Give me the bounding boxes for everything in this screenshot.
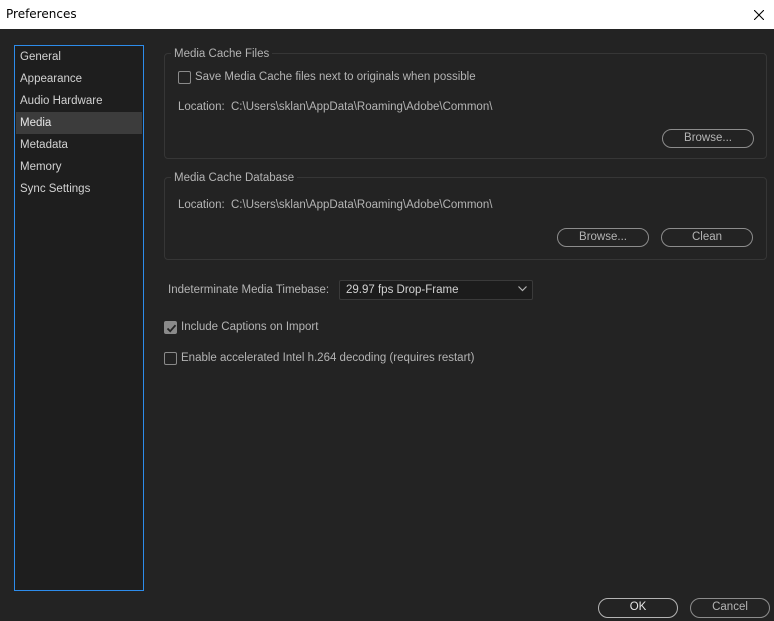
- sidebar-item-audio-hardware[interactable]: Audio Hardware: [16, 90, 142, 112]
- close-button[interactable]: [744, 0, 774, 29]
- timebase-selected-value: 29.97 fps Drop-Frame: [346, 284, 459, 296]
- include-captions-checkbox[interactable]: [164, 321, 177, 334]
- window-title: Preferences: [6, 7, 77, 21]
- chevron-down-icon: [518, 286, 527, 292]
- timebase-dropdown[interactable]: 29.97 fps Drop-Frame: [339, 280, 533, 300]
- group-title: Media Cache Files: [171, 47, 273, 61]
- close-icon: [754, 9, 764, 20]
- accelerated-decoding-label: Enable accelerated Intel h.264 decoding …: [181, 352, 475, 364]
- checkmark-icon: [166, 324, 177, 333]
- title-bar: Preferences: [0, 0, 774, 29]
- browse-button[interactable]: Browse...: [662, 129, 754, 148]
- clean-button[interactable]: Clean: [661, 228, 753, 247]
- location-path: C:\Users\sklan\AppData\Roaming\Adobe\Com…: [231, 101, 493, 113]
- sidebar-item-media[interactable]: Media: [16, 112, 142, 134]
- save-cache-next-to-originals-label: Save Media Cache files next to originals…: [195, 71, 476, 83]
- ok-button[interactable]: OK: [598, 598, 678, 618]
- preferences-category-list: General Appearance Audio Hardware Media …: [14, 45, 144, 591]
- sidebar-item-metadata[interactable]: Metadata: [16, 134, 142, 156]
- accelerated-decoding-checkbox[interactable]: [164, 352, 177, 365]
- group-title: Media Cache Database: [171, 171, 298, 185]
- sidebar-item-memory[interactable]: Memory: [16, 156, 142, 178]
- timebase-label: Indeterminate Media Timebase:: [168, 284, 330, 296]
- media-cache-files-group: Media Cache Files Save Media Cache files…: [164, 47, 767, 159]
- location-label: Location:: [178, 199, 225, 211]
- location-path: C:\Users\sklan\AppData\Roaming\Adobe\Com…: [231, 199, 493, 211]
- sidebar-item-appearance[interactable]: Appearance: [16, 68, 142, 90]
- sidebar-item-general[interactable]: General: [16, 46, 142, 68]
- sidebar-item-sync-settings[interactable]: Sync Settings: [16, 178, 142, 200]
- save-cache-next-to-originals-checkbox[interactable]: [178, 71, 191, 84]
- location-label: Location:: [178, 101, 225, 113]
- media-cache-database-group: Media Cache Database Location: C:\Users\…: [164, 171, 767, 260]
- cancel-button[interactable]: Cancel: [690, 598, 770, 618]
- include-captions-label: Include Captions on Import: [181, 321, 319, 333]
- browse-button[interactable]: Browse...: [557, 228, 649, 247]
